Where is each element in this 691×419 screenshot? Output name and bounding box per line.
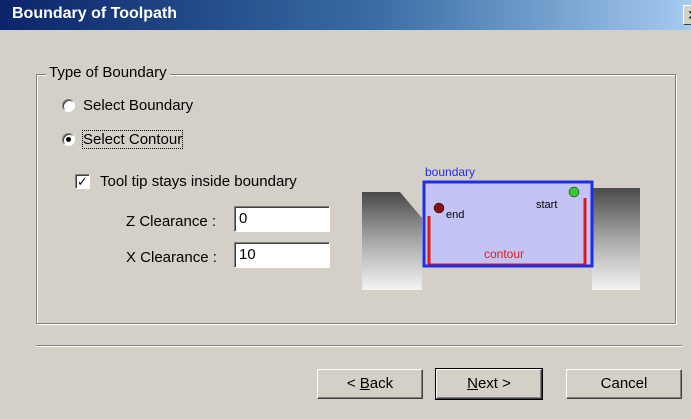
start-point	[568, 186, 580, 198]
separator	[36, 345, 682, 347]
material-right	[592, 188, 640, 290]
next-button[interactable]: Next >	[435, 368, 543, 400]
radio-button[interactable]	[62, 99, 75, 112]
cancel-button[interactable]: Cancel	[566, 369, 682, 399]
boundary-diagram: boundary contour start end	[362, 165, 640, 290]
radio-button[interactable]	[62, 133, 75, 146]
material-left	[362, 192, 422, 290]
radio-select-boundary[interactable]: Select Boundary	[62, 97, 193, 114]
title-bar: Boundary of Toolpath ✕	[0, 0, 691, 30]
radio-label: Select Contour	[81, 130, 184, 149]
contour-text: contour	[484, 247, 524, 261]
checkbox[interactable]: ✓	[75, 174, 90, 189]
next-rest: ext	[477, 375, 498, 392]
radio-select-contour[interactable]: Select Contour	[62, 130, 184, 149]
cancel-label: Cancel	[600, 375, 648, 392]
z-clearance-label: Z Clearance :	[126, 213, 217, 230]
start-text: start	[536, 199, 557, 211]
next-suffix: >	[497, 375, 511, 392]
back-button[interactable]: < Back	[317, 369, 423, 399]
tool-tip-checkbox-row[interactable]: ✓ Tool tip stays inside boundary	[75, 173, 297, 190]
end-point	[433, 202, 445, 214]
boundary-text: boundary	[425, 165, 475, 179]
close-icon: ✕	[687, 7, 691, 23]
end-text: end	[446, 209, 464, 221]
x-clearance-label: X Clearance :	[126, 249, 217, 266]
radio-label: Select Boundary	[83, 97, 194, 114]
next-mnemonic: N	[467, 375, 478, 392]
checkbox-label: Tool tip stays inside boundary	[100, 173, 297, 190]
back-rest: ack	[369, 375, 394, 392]
back-prefix: <	[346, 375, 360, 392]
x-clearance-input[interactable]: 10	[234, 242, 330, 268]
back-mnemonic: B	[359, 375, 370, 392]
group-label: Type of Boundary	[46, 64, 170, 81]
z-clearance-input[interactable]: 0	[234, 206, 330, 232]
close-button[interactable]: ✕	[683, 5, 691, 25]
window-title: Boundary of Toolpath	[12, 5, 178, 22]
